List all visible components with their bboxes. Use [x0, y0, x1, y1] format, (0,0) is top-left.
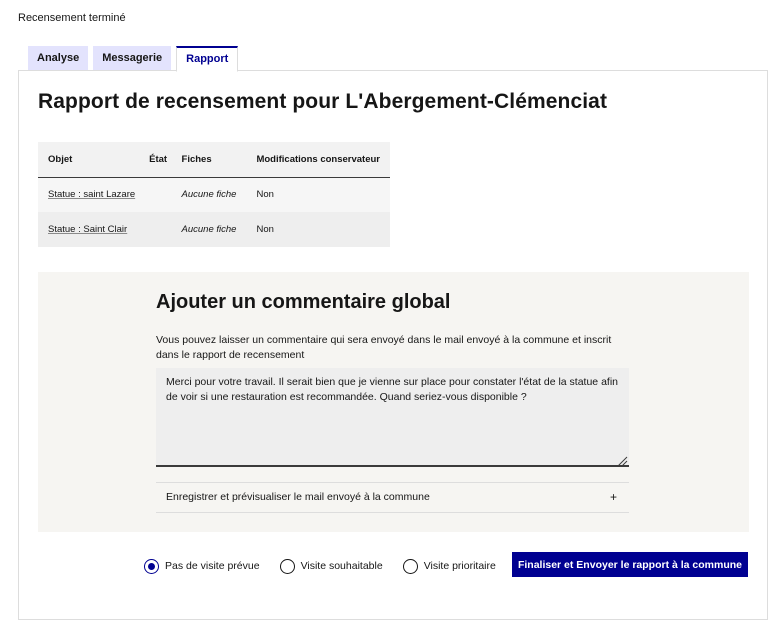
column-header-fiches: Fiches — [171, 142, 247, 178]
column-header-objet: Objet — [38, 142, 146, 178]
preview-mail-accordion[interactable]: Enregistrer et prévisualiser le mail env… — [156, 482, 629, 513]
modifications-cell: Non — [246, 212, 390, 247]
comment-textarea[interactable]: Merci pour votre travail. Il serait bien… — [156, 368, 629, 467]
visit-radio-group: Pas de visite prévue Visite souhaitable … — [144, 554, 516, 578]
comment-help-text: Vous pouvez laisser un commentaire qui s… — [156, 334, 612, 361]
column-header-modifications: Modifications conservateur — [246, 142, 390, 178]
object-link[interactable]: Statue : saint Lazare — [48, 189, 135, 200]
radio-label: Visite souhaitable — [300, 560, 383, 572]
radio-label: Visite prioritaire — [423, 560, 496, 572]
report-panel: Rapport de recensement pour L'Abergement… — [18, 70, 768, 620]
table-row: Statue : Saint Clair Aucune fiche Non — [38, 212, 390, 247]
fiches-cell: Aucune fiche — [171, 177, 247, 212]
object-link[interactable]: Statue : Saint Clair — [48, 224, 127, 235]
comment-section: Ajouter un commentaire global Vous pouve… — [38, 272, 749, 532]
etat-cell — [145, 177, 172, 212]
tab-messagerie[interactable]: Messagerie — [93, 46, 172, 71]
resize-grip-icon[interactable] — [616, 455, 628, 467]
page-title: Rapport de recensement pour L'Abergement… — [38, 90, 608, 113]
objects-table: Objet État Fiches Modifications conserva… — [38, 142, 390, 247]
fiches-cell: Aucune fiche — [171, 212, 247, 247]
finalize-send-button[interactable]: Finaliser et Envoyer le rapport à la com… — [512, 552, 748, 577]
column-header-etat: État — [145, 142, 172, 178]
tab-analyse[interactable]: Analyse — [28, 46, 89, 71]
radio-visite-prioritaire[interactable]: Visite prioritaire — [402, 558, 496, 574]
tab-rapport[interactable]: Rapport — [176, 46, 239, 72]
radio-unchecked-icon[interactable] — [402, 558, 418, 574]
radio-checked-icon[interactable] — [144, 558, 159, 574]
plus-icon: + — [609, 490, 617, 504]
accordion-label: Enregistrer et prévisualiser le mail env… — [166, 491, 430, 503]
comment-title: Ajouter un commentaire global — [156, 291, 451, 313]
table-row: Statue : saint Lazare Aucune fiche Non — [38, 177, 390, 212]
radio-visite-souhaitable[interactable]: Visite souhaitable — [279, 558, 383, 574]
tab-bar: Analyse Messagerie Rapport — [28, 46, 239, 72]
modifications-cell: Non — [246, 177, 390, 212]
radio-pas-de-visite[interactable]: Pas de visite prévue — [144, 558, 260, 574]
status-text: Recensement terminé — [18, 12, 126, 24]
etat-cell — [145, 212, 172, 247]
table-header-row: Objet État Fiches Modifications conserva… — [38, 142, 390, 178]
radio-unchecked-icon[interactable] — [279, 558, 295, 574]
radio-label: Pas de visite prévue — [165, 560, 260, 572]
